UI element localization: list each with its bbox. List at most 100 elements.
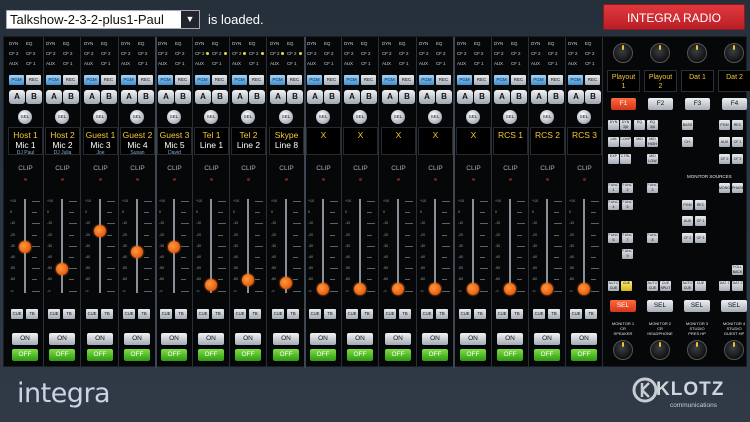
on-button[interactable]: ON [87,333,113,345]
cue-button[interactable]: CUE [86,309,98,319]
cue-mode-button[interactable]: CUE [695,281,706,291]
cue-button[interactable]: CUE [197,309,209,319]
dyn-toggle[interactable]: DYN [232,41,241,46]
a-button[interactable]: A [46,90,62,104]
rec-button[interactable]: REC [585,75,600,85]
cf1-toggle[interactable]: CF 1 [101,61,110,66]
cf2-toggle[interactable]: CF 2 [457,51,466,56]
off-button[interactable]: OFF [460,349,486,361]
sel-button[interactable]: SEL [466,110,480,124]
aux-toggle[interactable]: AUX [84,61,93,66]
output-select-4[interactable]: Dat 2 [718,70,750,92]
on-button[interactable]: ON [161,333,187,345]
cf1-toggle[interactable]: CF 1 [324,61,333,66]
cf1-toggle[interactable]: CF 1 [548,61,557,66]
rec-button[interactable]: REC [324,75,339,85]
eq-toggle[interactable]: EQ [436,41,442,46]
output-level-knob[interactable] [687,43,707,63]
b-button[interactable]: B [436,90,452,104]
monitor-source-button[interactable]: CF 3 [695,233,706,243]
cue-mode-button[interactable]: AUTO CUE [682,281,693,291]
pgm-button[interactable]: PGM [84,75,99,85]
cue-mode-button[interactable]: AUTO CUE [647,281,658,291]
cue-button[interactable]: CUE [496,309,508,319]
off-button[interactable]: OFF [310,349,336,361]
processing-button[interactable]: EQ 3|6 [647,120,658,130]
pgm-button[interactable]: PGM [158,75,173,85]
pgm-button[interactable]: PGM [307,75,322,85]
processing-button[interactable]: MID [634,137,645,147]
eq-toggle[interactable]: EQ [548,41,554,46]
output-select-3[interactable]: Dat 1 [681,70,714,92]
a-button[interactable]: A [494,90,510,104]
pgm-button[interactable]: PGM [232,75,247,85]
cf1-toggle[interactable]: CF 1 [212,61,221,66]
off-button[interactable]: OFF [385,349,411,361]
on-button[interactable]: ON [12,333,38,345]
cf2-toggle[interactable]: CF 2 [307,51,316,56]
fader-knob[interactable] [19,240,31,253]
rec-button[interactable]: REC [436,75,451,85]
cf1-toggle[interactable]: CF 1 [287,61,296,66]
aux-toggle[interactable]: AUX [232,61,241,66]
processing-button[interactable]: COMP [620,137,631,147]
func-key[interactable]: FUNC 6 [608,233,619,243]
pgm-button[interactable]: PGM [121,75,136,85]
cf3-toggle[interactable]: CF 2 [287,51,296,56]
rec-button[interactable]: REC [361,75,376,85]
on-button[interactable]: ON [198,333,224,345]
cue-button[interactable]: CUE [160,309,172,319]
aux-toggle[interactable]: AUX [158,61,167,66]
monitor-source-button[interactable]: FOLL BACK [732,265,743,275]
sel-button[interactable]: SEL [241,110,255,124]
integra-radio-expert-button[interactable]: INTEGRA RADIO EXPERT [603,4,745,51]
tb-button[interactable]: TB [324,309,336,319]
rec-button[interactable]: REC [548,75,563,85]
b-button[interactable]: B [548,90,564,104]
output-select-2[interactable]: Playout 2 [644,70,677,92]
cf1-toggle[interactable]: CF 1 [249,61,258,66]
off-button[interactable]: OFF [161,349,187,361]
pgm-button[interactable]: PGM [9,75,24,85]
bus-assign-button[interactable]: AUX [719,137,730,147]
cf3-toggle[interactable]: CF 2 [175,51,184,56]
rec-button[interactable]: REC [101,75,116,85]
cf3-toggle[interactable]: CF 2 [585,51,594,56]
cue-button[interactable]: CUE [459,309,471,319]
cf2-toggle[interactable]: CF 2 [494,51,503,56]
on-button[interactable]: ON [347,333,373,345]
cf1-toggle[interactable]: CF 1 [511,61,520,66]
rec-button[interactable]: REC [399,75,414,85]
dyn-toggle[interactable]: DYN [270,41,279,46]
monitor-level-knob[interactable] [613,340,633,360]
rec-button[interactable]: REC [249,75,264,85]
cf1-toggle[interactable]: CF 1 [585,61,594,66]
cf1-toggle[interactable]: CF 1 [26,61,35,66]
tb-button[interactable]: TB [361,309,373,319]
cf2-toggle[interactable]: CF 2 [232,51,241,56]
sel-button[interactable]: SEL [577,110,591,124]
aux-toggle[interactable]: AUX [568,61,577,66]
cf2-toggle[interactable]: CF 2 [419,51,428,56]
tb-button[interactable]: TB [101,309,113,319]
cf2-toggle[interactable]: CF 2 [121,51,130,56]
cue-button[interactable]: CUE [533,309,545,319]
monitor-sel-button[interactable]: SEL [647,300,673,312]
off-button[interactable]: OFF [198,349,224,361]
on-button[interactable]: ON [497,333,523,345]
rec-button[interactable]: REC [175,75,190,85]
eq-toggle[interactable]: EQ [585,41,591,46]
processing-button[interactable]: CTRL [620,154,631,164]
bus-assign-button[interactable]: CF 1 [732,137,743,147]
function-key-f4[interactable]: F4 [722,98,747,110]
on-button[interactable]: ON [571,333,597,345]
cf3-toggle[interactable]: CF 2 [548,51,557,56]
on-button[interactable]: ON [273,333,299,345]
cf2-toggle[interactable]: CF 2 [158,51,167,56]
func-key[interactable]: FUNC 5 [622,200,633,210]
off-button[interactable]: OFF [497,349,523,361]
func-key[interactable]: FUNC 1 [608,183,619,193]
aux-toggle[interactable]: AUX [457,61,466,66]
b-button[interactable]: B [175,90,191,104]
fader-knob[interactable] [280,276,292,289]
